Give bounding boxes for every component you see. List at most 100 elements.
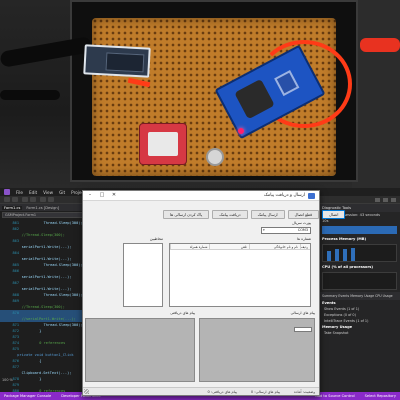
menu-git[interactable]: Git [59, 190, 65, 195]
code-line[interactable]: 877 Clipboard.SetText(...); [0, 364, 85, 376]
grid-header-cell[interactable]: نام و نام خانوادگی [248, 244, 300, 249]
line-text: } [22, 329, 42, 333]
clear-sent-button[interactable]: پاک کردن ارسالی ها [163, 210, 210, 219]
line-text: //serialPort1.Write(...); [0, 317, 76, 321]
hardware-photo [0, 0, 400, 188]
navigation-combo[interactable]: GSMProject.Form1 [2, 212, 84, 218]
sms-app-window: ارسال و دریافت پیامک – □ ✕ اتصال قطع اتص… [82, 190, 346, 396]
received-messages-box[interactable] [85, 318, 195, 382]
line-text: Clipboard.SetText(...); [0, 371, 72, 375]
line-text: Thread.Sleep(300); [22, 323, 83, 327]
editor-tabs: Form1.cs Form1.cs [Design] [0, 204, 86, 211]
line-number: 867 [12, 281, 20, 285]
led-indicator [238, 128, 244, 134]
maximize-icon[interactable] [383, 198, 388, 202]
redo-icon[interactable] [48, 197, 54, 202]
line-number: 862 [12, 227, 20, 231]
connect-button[interactable]: اتصال [322, 210, 346, 219]
phone-numbers-grid[interactable]: ردیف نام و نام خانوادگی تلفن شماره همراه [169, 243, 311, 307]
diagnostic-tools-panel: Diagnostic Tools Diagnostics session: 43… [318, 204, 400, 392]
code-line[interactable]: 866 serialPort1.Write(...); [0, 268, 85, 280]
send-sms-button[interactable]: ارسال پیامک [250, 210, 285, 219]
line-text: Thread.Sleep(300); [22, 293, 83, 297]
diagnostic-tabs[interactable]: Summary Events Memory Usage CPU Usage [319, 292, 400, 300]
status-select-repository[interactable]: Select Repository [365, 394, 396, 398]
close-icon[interactable] [391, 198, 396, 202]
code-editor[interactable]: GSMProject.Form1 861 Thread.Sleep(300); 8… [0, 211, 86, 392]
contacts-list[interactable] [123, 243, 163, 307]
line-text: { [22, 359, 42, 363]
line-text: serialPort1.Write(...); [0, 287, 72, 291]
menu-file[interactable]: File [16, 190, 23, 195]
line-text: Thread.Sleep(300); [22, 263, 83, 267]
serial-port-select[interactable]: COM3 ▾ [261, 227, 311, 234]
line-text: private void button1_Click [0, 353, 74, 357]
close-button[interactable]: ✕ [109, 192, 119, 199]
maximize-button[interactable]: □ [97, 192, 107, 199]
sent-messages-box[interactable] [199, 318, 315, 382]
line-text: serialPort1.Write(...); [0, 245, 72, 249]
status-add-source-control[interactable]: Add to Source Control [315, 394, 354, 398]
status-sent-count: پیام های ارسالی: 0 [250, 389, 280, 394]
app-titlebar: ارسال و دریافت پیامک – □ ✕ [83, 191, 319, 201]
screenshot-root: File Edit View Git Project Build Debug T… [0, 0, 400, 400]
gsm-module [83, 44, 151, 78]
code-line[interactable]: 862 //Thread.Sleep(300); [0, 226, 85, 238]
serial-port-label: پورت سریال [292, 221, 311, 225]
code-line[interactable]: 867 serialPort1.Write(...); [0, 280, 85, 292]
app-window-controls: – □ ✕ [85, 192, 119, 199]
app-statusbar: وضعیت: آماده پیام های ارسالی: 0 پیام های… [83, 387, 319, 395]
receive-sms-button[interactable]: دریافت پیامک [212, 210, 248, 219]
line-text: serialPort1.Write(...); [0, 275, 72, 279]
line-text: //Thread.Sleep(300); [0, 305, 65, 309]
status-received-count: پیام های دریافتی: 0 [207, 389, 237, 394]
save-icon[interactable] [22, 197, 28, 202]
back-icon[interactable] [4, 197, 10, 202]
tab-form1-cs[interactable]: Form1.cs [2, 205, 23, 210]
resize-grip-icon[interactable] [84, 389, 89, 394]
grid-header-cell[interactable]: شماره همراه [169, 244, 209, 249]
line-number: 866 [12, 269, 20, 273]
sim-module [140, 124, 186, 164]
code-line[interactable]: 875 private void button1_Click [0, 346, 85, 358]
forward-icon[interactable] [12, 197, 18, 202]
tab-form1-design[interactable]: Form1.cs [Design] [24, 206, 61, 210]
grid-header-cell[interactable]: تلفن [209, 244, 248, 249]
line-text: serialPort1.Write(...); [0, 257, 72, 261]
line-text: 0 references [22, 341, 66, 345]
phone-numbers-group: شماره ها ردیف نام و نام خانوادگی تلفن شم… [169, 237, 311, 307]
code-line[interactable]: 870 //serialPort1.Write(...); [0, 310, 85, 322]
received-messages-group: پیام های دریافتی [85, 311, 195, 387]
visual-studio-icon [4, 189, 10, 195]
grid-header-cell[interactable]: ردیف [300, 244, 310, 249]
zoom-level[interactable]: 100 % [2, 378, 13, 382]
line-number: 870 [12, 311, 20, 315]
black-cable-lower [0, 90, 60, 100]
save-all-icon[interactable] [30, 197, 36, 202]
line-number: 877 [12, 365, 20, 369]
received-messages-label: پیام های دریافتی [170, 311, 195, 315]
message-count-input[interactable] [294, 327, 312, 332]
code-line[interactable]: 863 serialPort1.Write(...); [0, 238, 85, 250]
code-lines: 861 Thread.Sleep(300); 862 //Thread.Sleep… [0, 220, 85, 392]
app-title: ارسال و دریافت پیامک [263, 193, 305, 198]
code-line[interactable]: 869 //Thread.Sleep(300); [0, 298, 85, 310]
take-snapshot-button[interactable]: Take Snapshot [319, 330, 400, 336]
line-number: 863 [12, 239, 20, 243]
menu-view[interactable]: View [43, 190, 53, 195]
status-package-manager[interactable]: Package Manager Console [4, 394, 51, 398]
code-line[interactable]: 864 serialPort1.Write(...); [0, 250, 85, 262]
line-text: Thread.Sleep(300); [22, 221, 83, 225]
line-number: 869 [12, 299, 20, 303]
red-tube [360, 38, 400, 52]
minimize-button[interactable]: – [85, 192, 95, 199]
phone-numbers-label: شماره ها [297, 237, 311, 241]
grid-header-row: ردیف نام و نام خانوادگی تلفن شماره همراه [169, 244, 310, 250]
cpu-title: CPU (% of all processors) [322, 265, 374, 269]
disconnect-button[interactable]: قطع اتصال [287, 210, 320, 219]
cpu-chart [322, 272, 397, 290]
menu-edit[interactable]: Edit [29, 190, 37, 195]
undo-icon[interactable] [40, 197, 46, 202]
minimize-icon[interactable] [375, 198, 380, 202]
chevron-down-icon: ▾ [263, 228, 265, 232]
